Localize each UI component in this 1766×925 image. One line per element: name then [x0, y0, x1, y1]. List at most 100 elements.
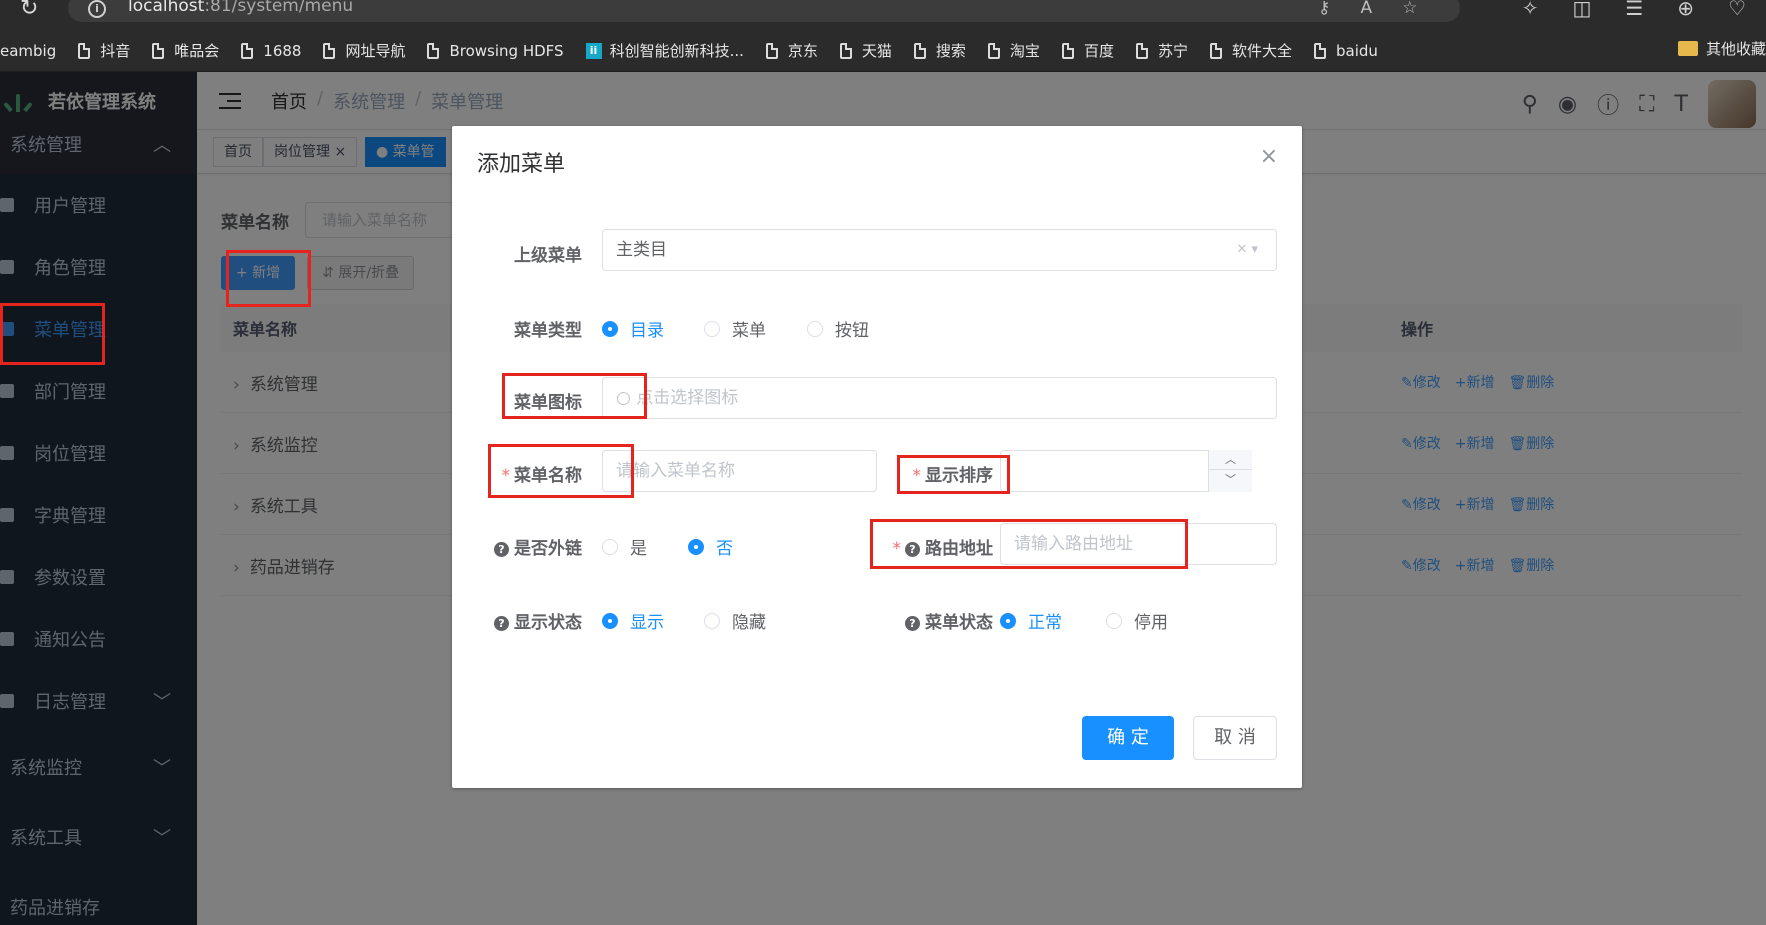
menu-icon-input[interactable]: ○ 点击选择图标 — [602, 377, 1277, 419]
help-icon[interactable]: ? — [905, 542, 920, 557]
performance-icon[interactable]: ♡ — [1728, 0, 1746, 20]
radio-label: 菜单 — [732, 321, 766, 341]
add-menu-dialog: 添加菜单 × 上级菜单 主类目 ✕ ▾ 菜单类型 目录 菜单 按钮 菜单图标 ○… — [452, 126, 1302, 788]
bookmark-label: 科创智能创新科技... — [609, 42, 744, 60]
radio-label: 隐藏 — [732, 613, 766, 633]
bookmark-label: 1688 — [263, 41, 302, 60]
favorites-icon[interactable]: ☰ — [1625, 0, 1643, 20]
menu-type-label: 菜单类型 — [514, 321, 582, 341]
menu-icon-label: 菜单图标 — [514, 393, 582, 413]
radio-menu[interactable]: 菜单 — [704, 316, 766, 341]
bookmark[interactable]: Browsing HDFS — [427, 42, 564, 60]
radio-dot — [704, 320, 720, 337]
status-label: 菜单状态 — [925, 613, 993, 633]
browser-actions: ✧ ◫ ☰ ⊕ ♡ — [1522, 0, 1746, 20]
bookmark-label: 网址导航 — [345, 42, 406, 60]
page-icon — [1061, 42, 1074, 59]
bookmark[interactable]: 天猫 — [839, 40, 892, 61]
bookmark[interactable]: 网址导航 — [323, 40, 405, 61]
radio-visible-show[interactable]: 显示 — [602, 608, 664, 633]
name-placeholder: 请输入菜单名称 — [616, 461, 735, 481]
parent-menu-value: 主类目 — [616, 240, 667, 260]
info-icon[interactable]: i — [88, 0, 106, 18]
radio-visible-hide[interactable]: 隐藏 — [704, 608, 766, 633]
route-placeholder: 请输入路由地址 — [1014, 534, 1133, 554]
bookmark[interactable]: 苏宁 — [1135, 40, 1188, 61]
radio-status-normal[interactable]: 正常 — [1000, 608, 1062, 633]
bookmark[interactable]: 抖音 — [78, 40, 130, 61]
menu-name-input[interactable]: 请输入菜单名称 — [602, 450, 877, 492]
route-label: 路由地址 — [925, 539, 993, 559]
stepper-down-icon[interactable]: ﹀ — [1209, 470, 1252, 490]
star-icon[interactable]: ☆ — [1402, 0, 1417, 18]
page-icon — [913, 42, 926, 59]
bookmark[interactable]: 搜索 — [913, 40, 966, 61]
radio-status-disabled[interactable]: 停用 — [1106, 608, 1168, 633]
close-icon[interactable]: × — [1260, 144, 1278, 169]
collections-icon[interactable]: ⊕ — [1677, 0, 1694, 20]
bookmark[interactable]: 百度 — [1061, 40, 1114, 61]
radio-directory[interactable]: 目录 — [602, 316, 664, 341]
route-input[interactable]: 请输入路由地址 — [1000, 523, 1277, 565]
page-icon — [323, 42, 336, 59]
bookmark-label: 京东 — [787, 42, 818, 60]
page-icon — [765, 42, 778, 59]
radio-dot — [688, 538, 704, 555]
folder-label: 其他收藏 — [1705, 40, 1766, 58]
radio-dot — [602, 320, 618, 337]
radio-button[interactable]: 按钮 — [807, 316, 869, 341]
required-mark: * — [892, 539, 902, 559]
cancel-button[interactable]: 取 消 — [1193, 716, 1277, 760]
page-icon — [1209, 42, 1222, 59]
radio-label: 目录 — [630, 321, 664, 341]
bookmark[interactable]: 淘宝 — [987, 40, 1040, 61]
radio-dot — [1106, 612, 1122, 629]
bookmark[interactable]: 1688 — [241, 42, 301, 60]
bookmark-label: 唯品会 — [174, 42, 220, 60]
page-icon — [152, 42, 165, 59]
bookmark[interactable]: 软件大全 — [1209, 40, 1292, 61]
radio-dot — [602, 538, 618, 555]
display-order-label: 显示排序 — [925, 466, 993, 486]
split-screen-icon[interactable]: ◫ — [1572, 0, 1591, 20]
other-favorites-folder[interactable]: 其他收藏 — [1677, 38, 1766, 59]
parent-menu-select[interactable]: 主类目 ✕ ▾ — [602, 229, 1277, 271]
bookmarks-bar: eambig 抖音 唯品会 1688 网址导航 Browsing HDFS ii… — [0, 30, 1766, 72]
folder-icon — [1677, 41, 1698, 56]
bookmark-label: baidu — [1335, 41, 1378, 60]
visible-label: 显示状态 — [514, 613, 582, 633]
page-icon — [241, 42, 254, 59]
stepper-up-icon[interactable]: ︿ — [1209, 450, 1252, 470]
bookmark[interactable]: eambig — [0, 42, 56, 60]
required-mark: * — [912, 466, 922, 486]
bookmark[interactable]: ii 科创智能创新科技... — [585, 40, 744, 61]
help-icon[interactable]: ? — [494, 616, 509, 631]
radio-label: 正常 — [1028, 613, 1062, 633]
radio-dot — [807, 320, 823, 337]
reload-icon[interactable]: ↻ — [20, 0, 38, 21]
radio-external-no[interactable]: 否 — [688, 534, 733, 559]
order-stepper[interactable]: ︿ ﹀ — [1208, 450, 1252, 492]
page-icon — [78, 42, 91, 59]
radio-dot — [602, 612, 618, 629]
radio-label: 停用 — [1134, 613, 1168, 633]
url-host: localhost — [128, 0, 205, 16]
clear-chevron-icon[interactable]: ✕ ▾ — [1236, 230, 1258, 270]
bookmark[interactable]: 京东 — [765, 40, 818, 61]
radio-external-yes[interactable]: 是 — [602, 534, 647, 559]
key-icon[interactable]: ⚷ — [1318, 0, 1330, 18]
page-icon — [839, 42, 852, 59]
bookmark-label: 淘宝 — [1009, 42, 1040, 60]
help-icon[interactable]: ? — [905, 616, 920, 631]
bookmark[interactable]: 唯品会 — [152, 40, 219, 61]
address-bar[interactable]: localhost:81/system/menu — [68, 0, 1460, 22]
bookmark[interactable]: baidu — [1313, 41, 1378, 60]
confirm-button[interactable]: 确 定 — [1082, 716, 1174, 760]
read-aloud-icon[interactable]: A — [1360, 0, 1372, 18]
help-icon[interactable]: ? — [494, 542, 509, 557]
extensions-icon[interactable]: ✧ — [1522, 0, 1539, 20]
address-bar-icons: ⚷ A ☆ — [1318, 0, 1417, 18]
parent-menu-label: 上级菜单 — [514, 246, 582, 266]
bookmark-label: 搜索 — [935, 42, 966, 60]
page-icon — [427, 42, 440, 59]
